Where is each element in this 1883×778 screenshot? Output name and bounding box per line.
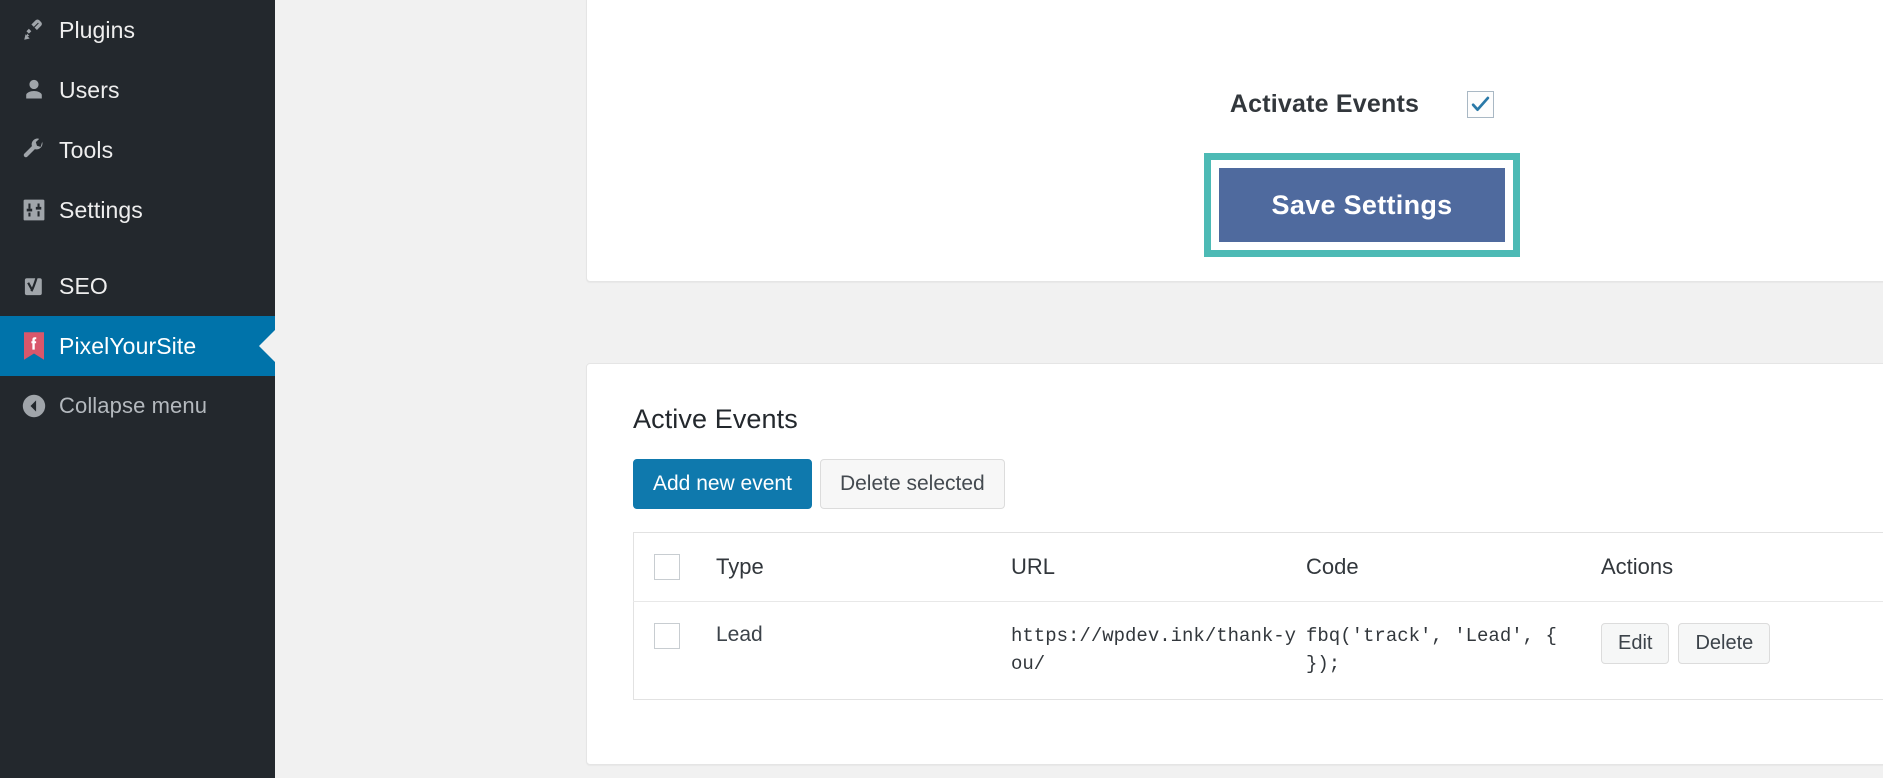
column-header-label: URL bbox=[1011, 554, 1055, 579]
sidebar-item-tools[interactable]: Tools bbox=[0, 120, 275, 180]
column-header-label: Actions bbox=[1601, 554, 1673, 579]
sidebar-item-label: Settings bbox=[59, 197, 143, 224]
row-select-checkbox[interactable] bbox=[654, 623, 680, 649]
event-code-value: fbq('track', 'Lead', { }); bbox=[1306, 625, 1557, 675]
sidebar-collapse-label: Collapse menu bbox=[59, 393, 207, 419]
current-menu-arrow bbox=[259, 329, 276, 363]
column-header-label: Type bbox=[716, 554, 764, 579]
select-all-checkbox[interactable] bbox=[654, 554, 680, 580]
sidebar-item-label: Users bbox=[59, 77, 120, 104]
user-icon bbox=[9, 77, 59, 103]
wrench-icon bbox=[9, 137, 59, 163]
activate-events-row: Activate Events bbox=[1230, 90, 1494, 119]
column-header-type: Type bbox=[716, 533, 1011, 602]
plugin-icon bbox=[9, 17, 59, 43]
events-toolbar: Add new event Delete selected bbox=[633, 459, 1883, 509]
sidebar-item-label: Plugins bbox=[59, 17, 135, 44]
settings-panel: Activate Events Save Settings bbox=[586, 0, 1883, 282]
sidebar-item-label: SEO bbox=[59, 273, 108, 300]
sidebar-item-pixelyoursite[interactable]: PixelYourSite bbox=[0, 316, 275, 376]
sidebar-item-label: Tools bbox=[59, 137, 113, 164]
column-header-label: Code bbox=[1306, 554, 1359, 579]
delete-selected-button[interactable]: Delete selected bbox=[820, 459, 1005, 509]
sliders-icon bbox=[9, 197, 59, 223]
sidebar-collapse-menu[interactable]: Collapse menu bbox=[0, 376, 275, 436]
main-content: Activate Events Save Settings Active Eve… bbox=[275, 0, 1883, 778]
edit-event-button[interactable]: Edit bbox=[1601, 623, 1669, 664]
sidebar-separator bbox=[0, 240, 275, 256]
activate-events-label: Activate Events bbox=[1230, 90, 1419, 119]
yoast-seo-icon bbox=[9, 273, 59, 299]
column-header-url: URL bbox=[1011, 533, 1306, 602]
table-header-row: Type URL Code Actions bbox=[634, 533, 1883, 602]
sidebar-item-plugins[interactable]: Plugins bbox=[0, 0, 275, 60]
collapse-arrow-icon bbox=[9, 392, 59, 420]
activate-events-checkbox[interactable] bbox=[1467, 91, 1494, 118]
sidebar-item-label: PixelYourSite bbox=[59, 333, 196, 360]
sidebar-item-settings[interactable]: Settings bbox=[0, 180, 275, 240]
sidebar-item-seo[interactable]: SEO bbox=[0, 256, 275, 316]
row-type-cell: Lead bbox=[716, 602, 1011, 700]
table-row: Lead https://wpdev.ink/thank-you/ fbq('t… bbox=[634, 602, 1883, 700]
save-settings-button[interactable]: Save Settings bbox=[1219, 168, 1505, 242]
row-code-cell: fbq('track', 'Lead', { }); bbox=[1306, 602, 1601, 700]
select-all-header bbox=[634, 533, 717, 602]
events-table: Type URL Code Actions bbox=[633, 532, 1883, 700]
sidebar-item-users[interactable]: Users bbox=[0, 60, 275, 120]
event-type-value: Lead bbox=[716, 623, 763, 646]
column-header-code: Code bbox=[1306, 533, 1601, 602]
checkmark-icon bbox=[1470, 94, 1491, 115]
admin-sidebar: Plugins Users Tools Settings bbox=[0, 0, 275, 778]
active-events-panel: Active Events Add new event Delete selec… bbox=[586, 363, 1883, 765]
add-new-event-button[interactable]: Add new event bbox=[633, 459, 812, 509]
event-url-value: https://wpdev.ink/thank-you/ bbox=[1011, 625, 1296, 675]
column-header-actions: Actions bbox=[1601, 533, 1883, 602]
delete-event-button[interactable]: Delete bbox=[1678, 623, 1770, 664]
facebook-pixel-icon bbox=[9, 331, 59, 361]
row-url-cell: https://wpdev.ink/thank-you/ bbox=[1011, 602, 1306, 700]
row-actions-cell: Edit Delete bbox=[1601, 602, 1883, 700]
active-events-title: Active Events bbox=[633, 404, 1883, 435]
row-select-cell bbox=[634, 602, 717, 700]
save-settings-highlight: Save Settings bbox=[1204, 153, 1520, 257]
